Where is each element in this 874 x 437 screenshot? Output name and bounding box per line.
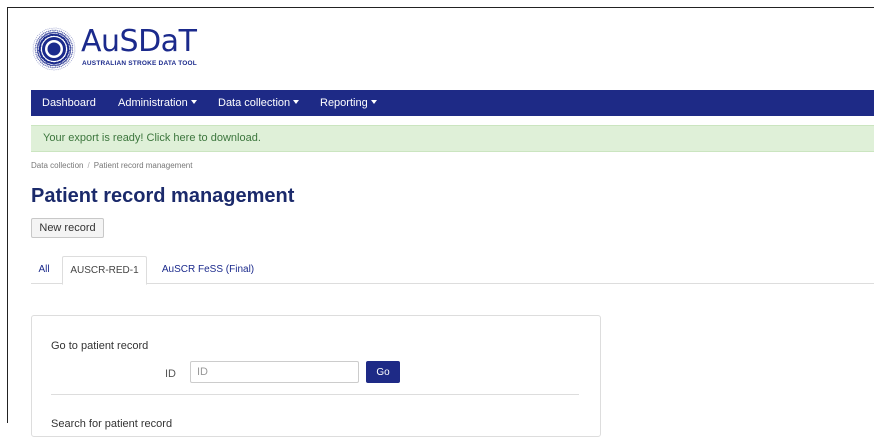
- id-field-label: ID: [165, 368, 176, 380]
- nav-item-label: Data collection: [218, 97, 291, 109]
- nav-item-data-collection[interactable]: Data collection: [218, 90, 300, 116]
- nav-item-dashboard[interactable]: Dashboard: [42, 90, 96, 116]
- logo-burst-icon: [32, 27, 76, 71]
- breadcrumb-item-current: Patient record management: [93, 161, 193, 170]
- breadcrumb-item-data-collection[interactable]: Data collection: [31, 161, 83, 170]
- export-download-link[interactable]: Your export is ready! Click here to down…: [43, 126, 261, 151]
- caret-down-icon: [190, 100, 197, 104]
- window-border-top: [7, 7, 874, 8]
- caret-down-icon: [370, 100, 377, 104]
- nav-item-reporting[interactable]: Reporting: [320, 90, 377, 116]
- logo-subtitle: AUSTRALIAN STROKE DATA TOOL: [82, 60, 197, 67]
- tab-auscr-red-1[interactable]: AUSCR-RED-1: [62, 256, 147, 285]
- logo-wordmark: AuSDaT: [81, 24, 197, 59]
- new-record-button[interactable]: New record: [31, 218, 104, 238]
- nav-item-administration[interactable]: Administration: [118, 90, 197, 116]
- export-ready-alert: Your export is ready! Click here to down…: [31, 125, 874, 152]
- breadcrumb-separator: /: [87, 161, 90, 170]
- breadcrumb: Data collection / Patient record managemen…: [31, 161, 192, 170]
- tab-label: All: [38, 264, 50, 275]
- panel-divider: [51, 394, 579, 395]
- tabs-baseline: [31, 283, 874, 284]
- patient-lookup-panel: Go to patient record ID Go Search for pa…: [31, 315, 601, 437]
- tab-label: AUSCR-RED-1: [70, 265, 139, 276]
- go-button[interactable]: Go: [366, 361, 400, 383]
- nav-item-label: Dashboard: [42, 97, 96, 109]
- nav-item-label: Administration: [118, 97, 188, 109]
- go-to-record-heading: Go to patient record: [51, 340, 149, 352]
- window-border-left: [7, 7, 8, 423]
- search-record-heading: Search for patient record: [51, 418, 173, 430]
- tab-label: AuSCR FeSS (Final): [161, 264, 255, 275]
- app-logo[interactable]: AuSDaT AUSTRALIAN STROKE DATA TOOL: [31, 24, 251, 76]
- patient-id-input[interactable]: [190, 361, 359, 383]
- tab-auscr-fess-final[interactable]: AuSCR FeSS (Final): [153, 256, 263, 283]
- nav-item-label: Reporting: [320, 97, 368, 109]
- caret-down-icon: [293, 100, 300, 104]
- main-navbar: Dashboard Administration Data collection…: [31, 90, 874, 116]
- tab-all[interactable]: All: [31, 256, 57, 283]
- page-title: Patient record management: [31, 185, 295, 207]
